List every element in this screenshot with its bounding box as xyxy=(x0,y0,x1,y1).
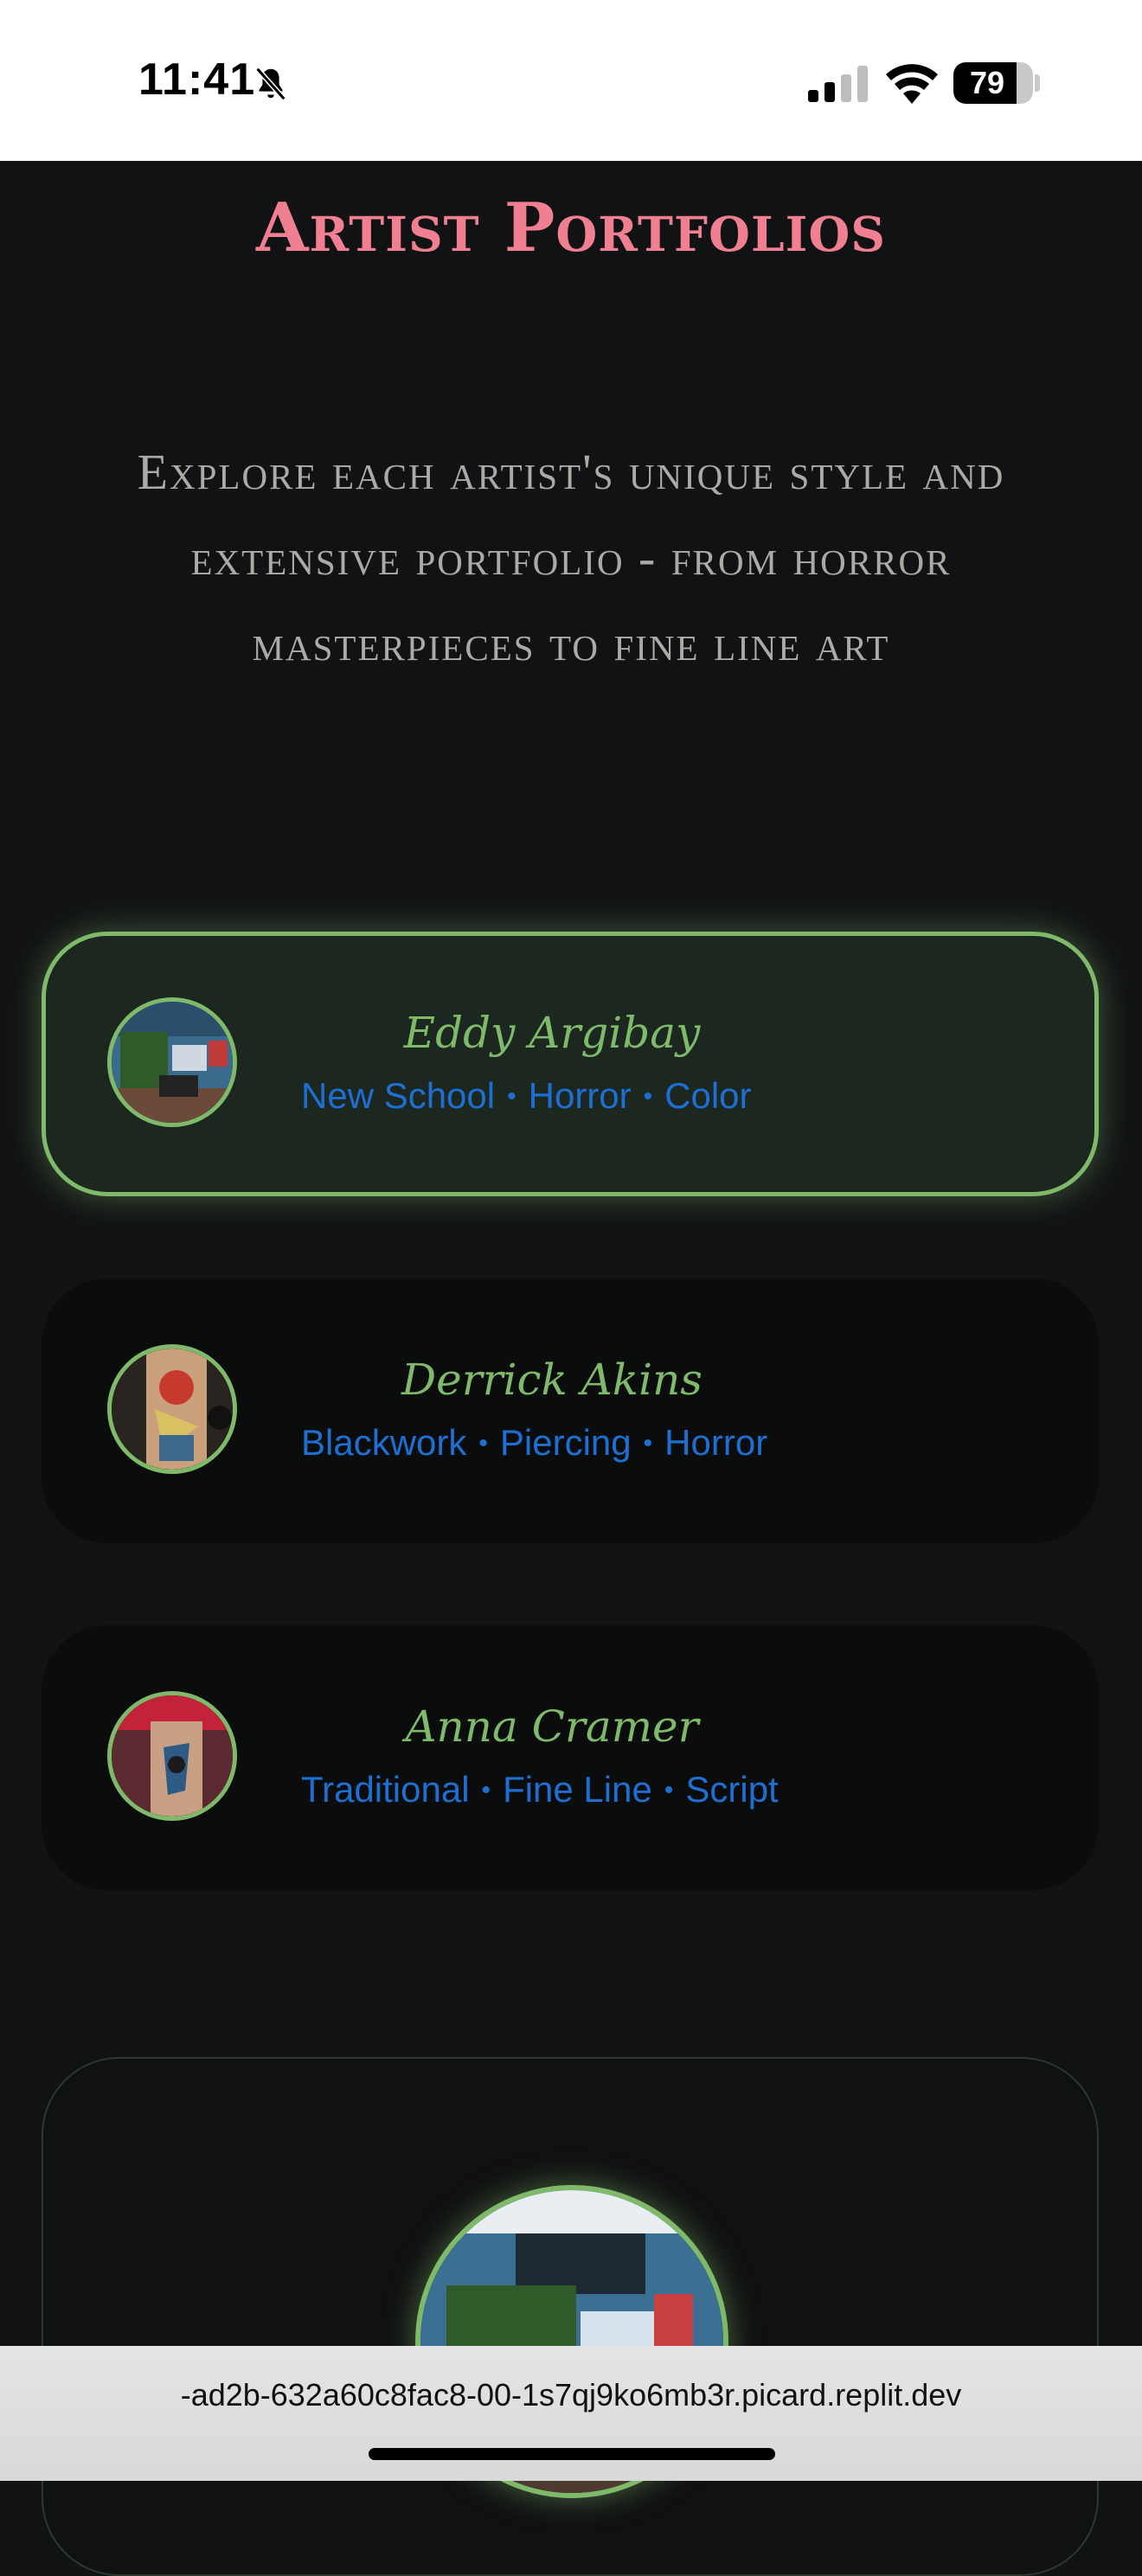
battery-percent: 79 xyxy=(969,65,1005,100)
tag-separator: • xyxy=(664,1776,674,1804)
cellular-signal-icon xyxy=(808,66,868,102)
featured-artist-panel xyxy=(42,2057,1099,2576)
artist-tags: Traditional • Fine Line • Script xyxy=(301,1769,779,1810)
status-time: 11:41 xyxy=(138,54,256,105)
tag: New School xyxy=(301,1075,496,1116)
tag: Piercing xyxy=(499,1422,632,1463)
page-title: Artist Portfolios xyxy=(256,189,886,267)
bell-slash-icon xyxy=(255,67,286,101)
tag: Traditional xyxy=(301,1769,470,1810)
tag-separator: • xyxy=(643,1429,653,1458)
status-bar: 11:41 79 xyxy=(0,0,1142,161)
tag: Script xyxy=(685,1769,779,1810)
artist-name: Eddy Argibay xyxy=(403,1008,701,1058)
tag-separator: • xyxy=(481,1776,491,1804)
browser-url-bar[interactable]: -ad2b-632a60c8fac8-00-1s7qj9ko6mb3r.pica… xyxy=(0,2346,1142,2481)
battery-nub xyxy=(1035,74,1040,92)
tag-separator: • xyxy=(478,1429,488,1458)
tag-separator: • xyxy=(643,1082,653,1111)
intro-text: Explore each artist's unique style and e… xyxy=(137,444,1005,671)
battery-icon: 79 xyxy=(953,62,1033,104)
artist-tags: Blackwork • Piercing • Horror xyxy=(301,1422,767,1464)
tag: Horror xyxy=(664,1422,768,1463)
artist-name: Anna Cramer xyxy=(405,1701,699,1752)
url-text[interactable]: -ad2b-632a60c8fac8-00-1s7qj9ko6mb3r.pica… xyxy=(0,2377,1142,2413)
tag: Horror xyxy=(528,1075,632,1116)
artist-card-anna-cramer[interactable]: Anna Cramer Traditional • Fine Line • Script xyxy=(42,1625,1099,1890)
artist-name: Derrick Akins xyxy=(401,1355,703,1405)
tag: Blackwork xyxy=(301,1422,467,1463)
tag: Color xyxy=(664,1075,752,1116)
artist-card-eddy-argibay[interactable]: Eddy Argibay New School • Horror • Color xyxy=(42,932,1099,1196)
home-indicator[interactable] xyxy=(369,2448,775,2460)
artist-card-derrick-akins[interactable]: Derrick Akins Blackwork • Piercing • Horror xyxy=(42,1278,1099,1543)
tag: Fine Line xyxy=(503,1769,652,1810)
tag-separator: • xyxy=(507,1082,516,1111)
artist-tags: New School • Horror • Color xyxy=(301,1075,752,1117)
wifi-icon xyxy=(886,64,938,104)
